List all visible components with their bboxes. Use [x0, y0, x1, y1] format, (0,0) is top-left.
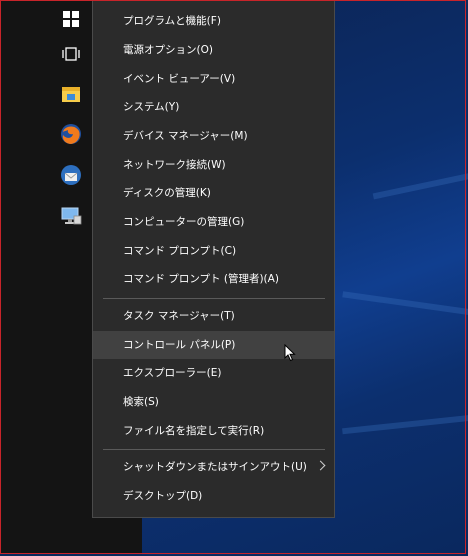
menu-item-network-connections[interactable]: ネットワーク接続(W): [93, 151, 334, 179]
thunderbird-icon[interactable]: [57, 161, 85, 189]
menu-item-shutdown-signout[interactable]: シャットダウンまたはサインアウト(U): [93, 453, 334, 481]
wallpaper-light-beam: [342, 413, 468, 435]
wallpaper-light-beam: [372, 168, 468, 200]
menu-item-label: コントロール パネル(P): [123, 339, 236, 351]
menu-item-search[interactable]: 検索(S): [93, 388, 334, 416]
menu-item-explorer[interactable]: エクスプローラー(E): [93, 359, 334, 387]
menu-item-label: ディスクの管理(K): [123, 187, 211, 199]
menu-item-label: エクスプローラー(E): [123, 367, 222, 379]
menu-item-label: デスクトップ(D): [123, 490, 203, 502]
task-view-icon[interactable]: [57, 40, 85, 68]
menu-item-command-prompt[interactable]: コマンド プロンプト(C): [93, 237, 334, 265]
menu-item-label: タスク マネージャー(T): [123, 310, 235, 322]
menu-item-programs-features[interactable]: プログラムと機能(F): [93, 7, 334, 35]
winx-context-menu: プログラムと機能(F) 電源オプション(O) イベント ビューアー(V) システ…: [92, 0, 335, 518]
menu-item-label: システム(Y): [123, 101, 180, 113]
menu-item-label: 電源オプション(O): [123, 44, 213, 56]
wallpaper-light-beam: [342, 291, 468, 317]
menu-item-power-options[interactable]: 電源オプション(O): [93, 36, 334, 64]
menu-item-command-prompt-admin[interactable]: コマンド プロンプト (管理者)(A): [93, 265, 334, 293]
menu-item-label: コマンド プロンプト (管理者)(A): [123, 273, 279, 285]
menu-item-run[interactable]: ファイル名を指定して実行(R): [93, 417, 334, 445]
file-explorer-icon[interactable]: [57, 80, 85, 108]
menu-item-system[interactable]: システム(Y): [93, 93, 334, 121]
menu-item-label: イベント ビューアー(V): [123, 73, 236, 85]
mouse-pointer-icon: [284, 343, 296, 366]
menu-item-desktop[interactable]: デスクトップ(D): [93, 482, 334, 510]
menu-item-label: シャットダウンまたはサインアウト(U): [123, 461, 307, 473]
windows-logo-icon[interactable]: [57, 5, 85, 33]
menu-item-label: プログラムと機能(F): [123, 15, 221, 27]
chevron-right-icon: [315, 460, 326, 471]
menu-item-disk-management[interactable]: ディスクの管理(K): [93, 179, 334, 207]
menu-item-task-manager[interactable]: タスク マネージャー(T): [93, 302, 334, 330]
menu-item-device-manager[interactable]: デバイス マネージャー(M): [93, 122, 334, 150]
menu-item-control-panel[interactable]: コントロール パネル(P): [93, 331, 334, 359]
menu-separator: [103, 449, 325, 450]
menu-separator: [103, 298, 325, 299]
menu-item-label: ファイル名を指定して実行(R): [123, 425, 265, 437]
this-pc-icon[interactable]: [57, 202, 85, 230]
firefox-icon[interactable]: [57, 120, 85, 148]
menu-item-label: ネットワーク接続(W): [123, 159, 226, 171]
menu-item-label: コマンド プロンプト(C): [123, 245, 237, 257]
menu-item-label: コンピューターの管理(G): [123, 216, 245, 228]
menu-item-event-viewer[interactable]: イベント ビューアー(V): [93, 65, 334, 93]
menu-item-label: デバイス マネージャー(M): [123, 130, 248, 142]
menu-item-label: 検索(S): [123, 396, 159, 408]
menu-item-computer-management[interactable]: コンピューターの管理(G): [93, 208, 334, 236]
